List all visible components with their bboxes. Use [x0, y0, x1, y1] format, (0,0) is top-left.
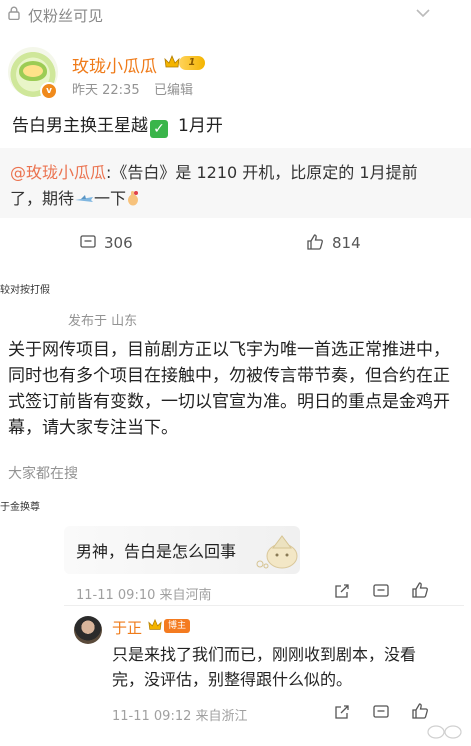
crown-icon: [148, 618, 162, 630]
repost-line1: :《告白》是 1210 开机，比原定的 1月提前: [106, 163, 418, 182]
repost-line2b: 一下: [94, 189, 127, 208]
visibility-label: 仅粉丝可见: [28, 7, 104, 25]
verified-badge-icon: v: [40, 82, 58, 100]
lock-icon: [8, 6, 20, 20]
repost-line2a: 了，期待: [10, 189, 75, 208]
finger-heart-emoji-icon: [128, 191, 139, 206]
mention-link[interactable]: @玫珑小瓜瓜: [10, 163, 106, 182]
divider: [64, 605, 464, 606]
chevron-down-icon[interactable]: [415, 7, 431, 19]
post-action-bar: [0, 218, 471, 268]
section-label: 较对按打假: [0, 285, 50, 296]
check-mark-icon: ✓: [150, 120, 168, 138]
comment-meta: 11-11 09:10 来自河南: [76, 588, 212, 603]
post-time: 昨天 22:35: [72, 83, 140, 98]
reply-icon[interactable]: [373, 583, 389, 599]
post-text-month: 1月开: [178, 116, 223, 136]
like-icon[interactable]: [306, 233, 324, 251]
comment-like-icon[interactable]: [411, 581, 429, 599]
blogger-badge: 博主: [164, 619, 190, 633]
statement-text: 关于网传项目，目前剧方正以飞宇为唯一首选正常推进中，同时也有多个项目在接触中，勿…: [8, 340, 450, 438]
watermark-icon: [427, 725, 462, 739]
reply-author-name[interactable]: 于正: [112, 617, 142, 638]
like-count[interactable]: 814: [332, 234, 361, 252]
post-text: 告白男主换王星越 ✓ 1月开: [12, 111, 223, 138]
reply-avatar[interactable]: [74, 616, 102, 644]
melon-slice-image: [23, 65, 43, 77]
section-label-2: 于金换尊: [0, 502, 40, 513]
repost-text: @玫珑小瓜瓜:《告白》是 1210 开机，比原定的 1月提前了，期待 一下: [10, 160, 460, 212]
share-icon[interactable]: [334, 583, 350, 599]
comment-text: 男神，告白是怎么回事: [76, 542, 237, 561]
published-location: 发布于 山东: [68, 314, 138, 329]
comment-count[interactable]: 306: [104, 234, 133, 252]
edited-label[interactable]: 已编辑: [154, 79, 193, 98]
bubble-decoration-icon: [256, 535, 298, 569]
comment-icon[interactable]: [80, 234, 96, 250]
post-author-name[interactable]: 玫珑小瓜瓜: [72, 52, 157, 77]
reply-meta: 11-11 09:12 来自浙江: [112, 709, 248, 724]
reply-text: 只是来找了我们而已，刚刚收到剧本，没看完，没评估，别整得跟什么似的。: [112, 645, 417, 689]
airplane-emoji-icon: [75, 195, 94, 202]
hot-search-label[interactable]: 大家都在搜: [8, 463, 78, 483]
reply-like-icon[interactable]: [411, 702, 429, 720]
level-badge: 1: [179, 56, 205, 70]
share-icon[interactable]: [334, 704, 350, 720]
post-text-main: 告白男主换王星越: [12, 116, 148, 136]
reply-icon[interactable]: [373, 704, 389, 720]
